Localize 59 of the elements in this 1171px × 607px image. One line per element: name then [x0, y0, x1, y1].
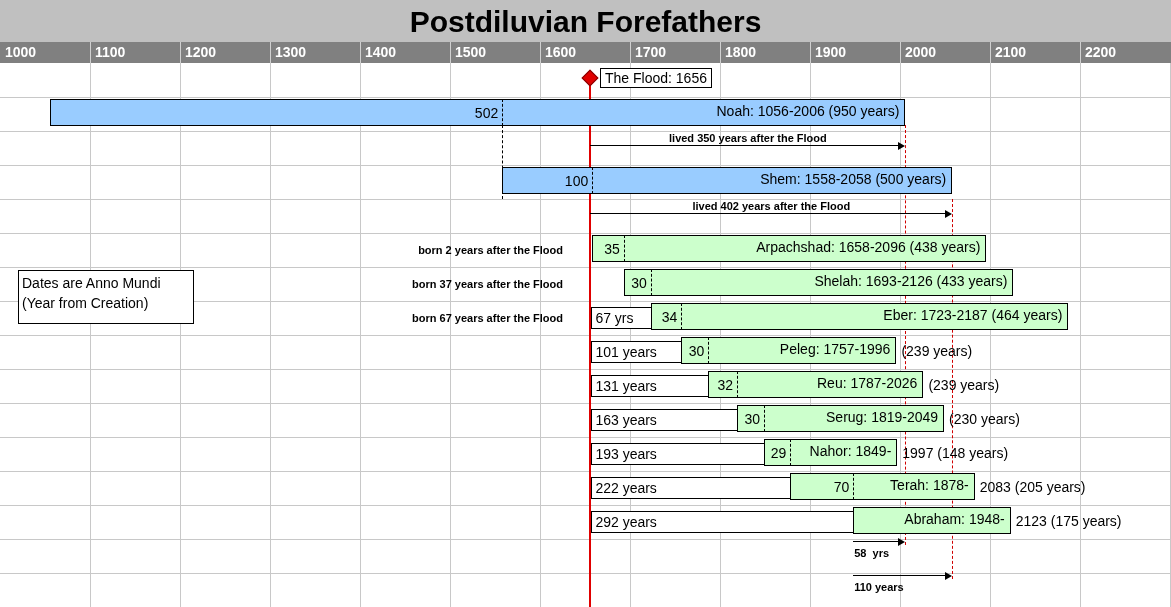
axis-label: 1600 — [545, 44, 577, 61]
bar-label: Abraham: 1948- — [904, 510, 1005, 528]
age-label: 29 — [770, 444, 787, 462]
bar-label: Terah: 1878- — [890, 476, 969, 494]
note-text: Dates are Anno Mundi — [22, 274, 162, 293]
age-label: 30 — [688, 342, 705, 360]
axis-label: 1900 — [815, 44, 847, 61]
span-label: lived 350 years after the Flood — [668, 132, 828, 145]
flood-label: The Flood: 1656 — [600, 68, 712, 88]
axis-label: 1100 — [95, 44, 126, 61]
age-box: 131 years — [591, 375, 710, 397]
axis-label: 1000 — [5, 44, 37, 61]
bar-label: Arpachshad: 1658-2096 (438 years) — [756, 238, 981, 256]
birth-note: born 67 years after the Flood — [412, 311, 563, 325]
note-text: (Year from Creation) — [22, 294, 150, 313]
axis-label: 2200 — [1085, 44, 1117, 61]
age-box: 222 years — [591, 477, 792, 499]
bar-label: (239 years) — [901, 342, 973, 360]
age-box: 101 years — [591, 341, 683, 363]
bar-label: Serug: 1819-2049 — [826, 408, 939, 426]
bar-label: 2083 (205 years) — [979, 478, 1086, 496]
age-box: 292 years — [591, 511, 855, 533]
axis-label: 1200 — [185, 44, 217, 61]
age-label: 35 — [604, 240, 620, 258]
age-box: 193 years — [591, 443, 766, 465]
axis-label: 2100 — [995, 44, 1027, 61]
span-label: 58 yrs — [854, 547, 890, 560]
bar-label: Shelah: 1693-2126 (433 years) — [814, 272, 1008, 290]
age-label: 70 — [833, 478, 850, 496]
span-label: 110 years — [854, 581, 904, 594]
age-box: 67 yrs — [591, 307, 652, 329]
age-label: 34 — [661, 308, 678, 326]
age-label: 502 — [474, 104, 499, 122]
bar-label: Shem: 1558-2058 (500 years) — [760, 170, 947, 188]
bar-label: 1997 (148 years) — [902, 444, 1009, 462]
age-box: 163 years — [591, 409, 739, 431]
bar-label: 2123 (175 years) — [1015, 512, 1122, 530]
axis-label: 1800 — [725, 44, 757, 61]
axis-label: 1500 — [455, 44, 487, 61]
bar-label: (230 years) — [949, 410, 1020, 428]
bar-label: Eber: 1723-2187 (464 years) — [883, 306, 1063, 324]
bar-label: Noah: 1056-2006 (950 years) — [716, 102, 900, 120]
axis-label: 1400 — [365, 44, 397, 61]
age-label: 32 — [717, 376, 734, 394]
birth-note: born 2 years after the Flood — [418, 243, 563, 257]
birth-note: born 37 years after the Flood — [412, 277, 563, 291]
age-label: 100 — [564, 172, 589, 190]
bar-label: Reu: 1787-2026 — [817, 374, 918, 392]
axis-label: 1300 — [275, 44, 307, 61]
chart-title: Postdiluvian Forefathers — [409, 3, 762, 40]
span-arrow — [853, 538, 906, 546]
age-label: 30 — [744, 410, 761, 428]
bar-label: Peleg: 1757-1996 — [779, 340, 891, 358]
axis-label: 1700 — [635, 44, 667, 61]
bar-label: (239 years) — [928, 376, 1000, 394]
age-label: 30 — [631, 274, 647, 292]
span-label: lived 402 years after the Flood — [691, 200, 852, 213]
axis-label: 2000 — [905, 44, 937, 61]
bar-label: Nahor: 1849- — [809, 442, 892, 460]
